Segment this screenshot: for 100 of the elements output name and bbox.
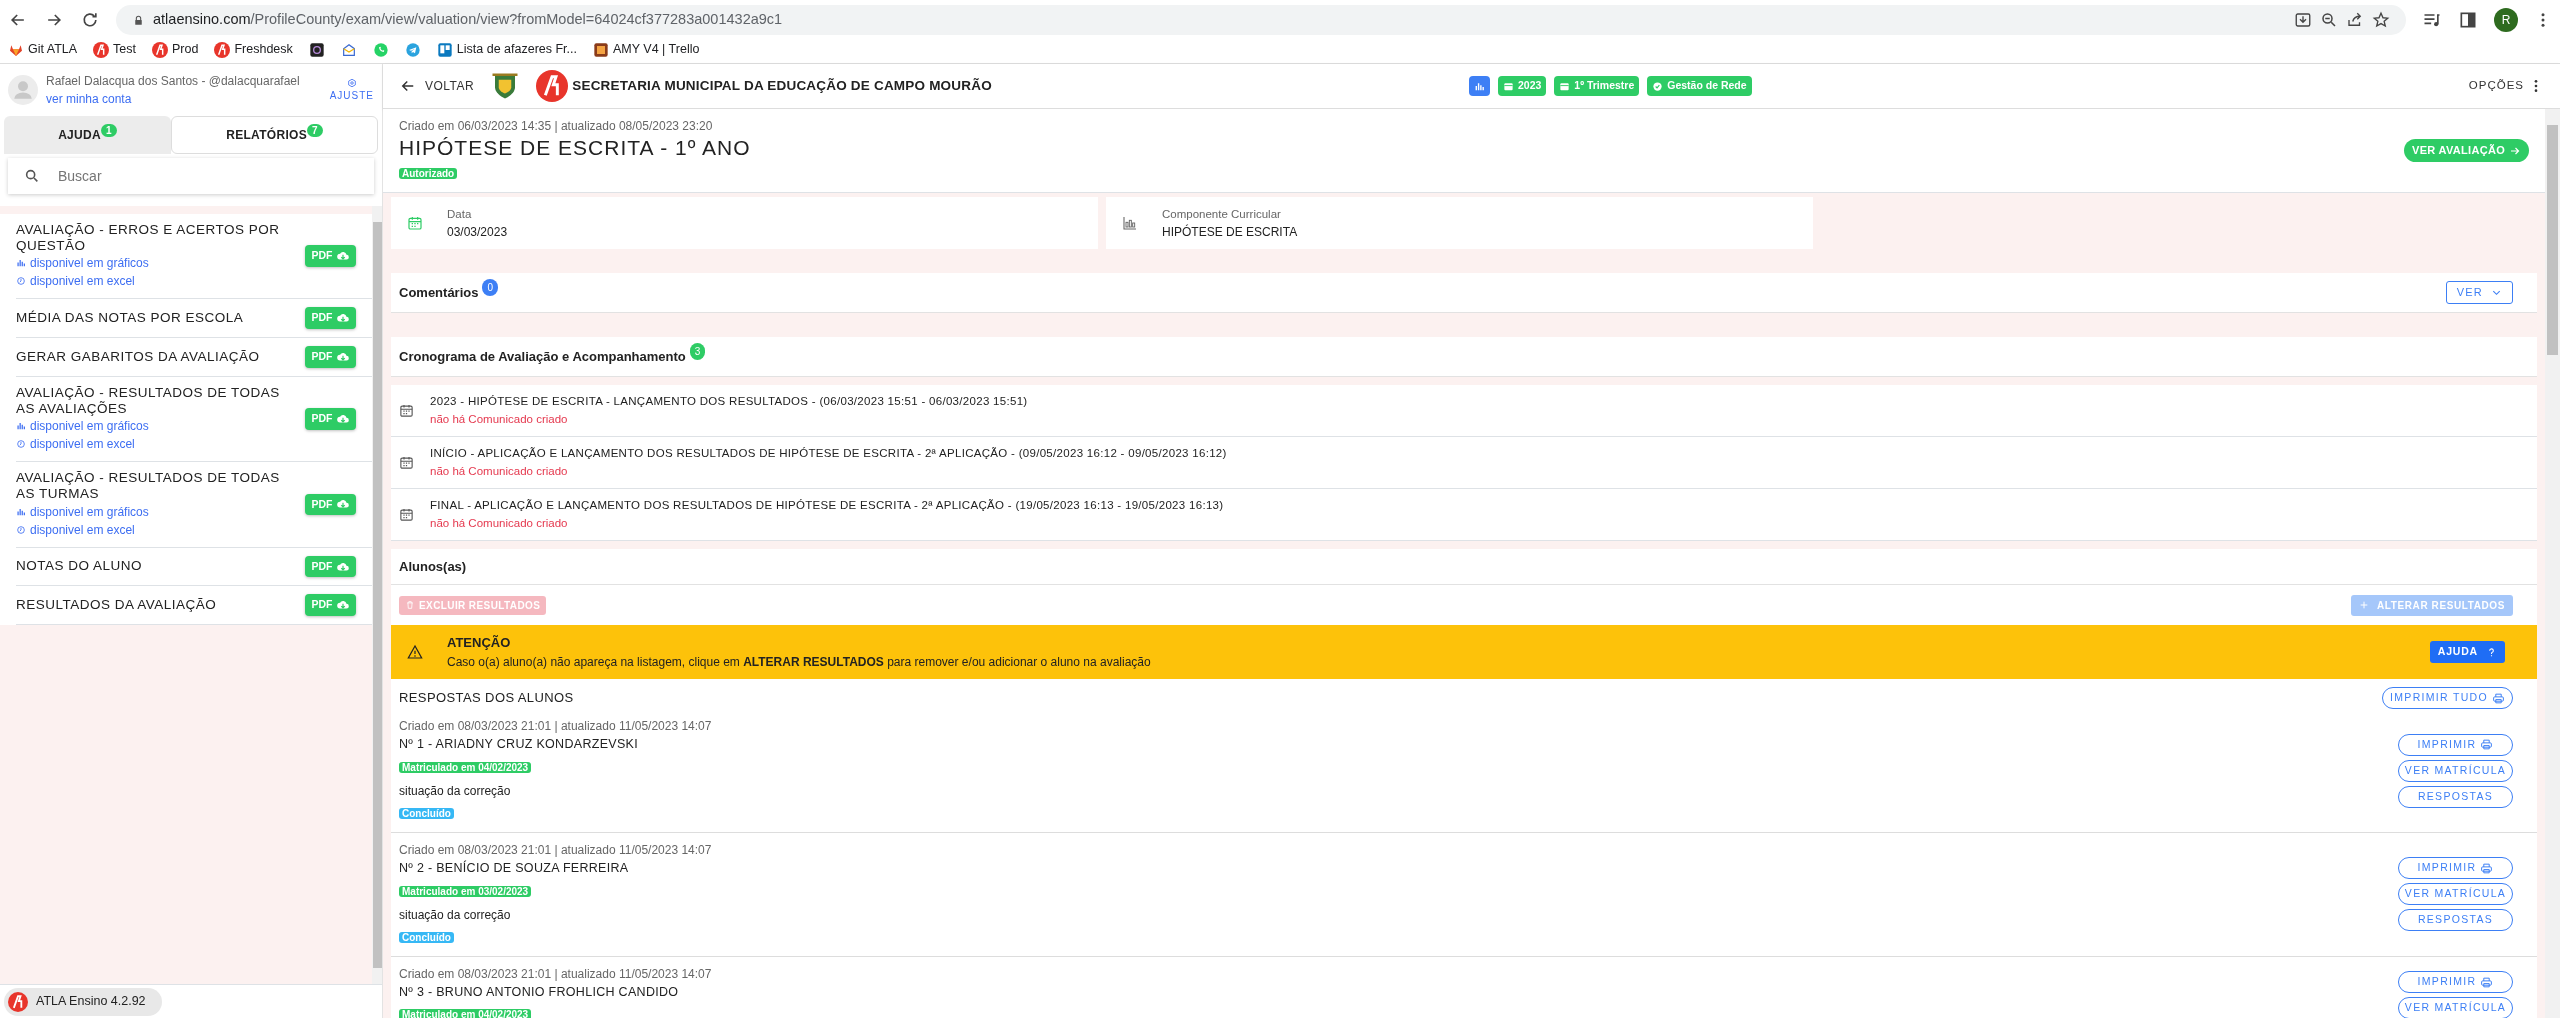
field-value: HIPÓTESE DE ESCRITA (1162, 223, 1298, 241)
pdf-button[interactable]: PDF (305, 346, 357, 368)
outline-button[interactable]: VER MATRÍCULA (2398, 759, 2513, 782)
question-icon (2486, 646, 2497, 658)
pdf-button[interactable]: PDF (305, 245, 357, 268)
report-link[interactable]: disponivel em excel (16, 272, 298, 291)
report-title: AVALIAÇÃO - ERROS E ACERTOS POR QUESTÃO (16, 222, 281, 255)
paper-plane-icon[interactable] (404, 41, 421, 58)
star-icon[interactable] (2372, 11, 2390, 29)
bookmark[interactable]: Git ATLA (8, 40, 78, 59)
bookmark[interactable]: Test (93, 40, 137, 59)
bar-chart-icon (1122, 215, 1138, 232)
bar-chart-icon (16, 258, 26, 269)
clock-icon (16, 276, 26, 287)
view-button[interactable]: VER (2445, 281, 2513, 304)
status-label: situação da correção (399, 782, 512, 800)
print-button[interactable]: IMPRIMIR (2398, 857, 2513, 880)
enrollment-badge: Matriculado em 04/02/2023 (399, 761, 532, 773)
info-tag[interactable]: Gestão de Rede (1647, 76, 1752, 96)
calendar-icon (399, 403, 414, 419)
field-label: Data (447, 206, 473, 222)
avatar-placeholder (8, 75, 38, 105)
organization-name: SECRETARIA MUNICIPAL DA EDUCAÇÃO DE CAMPO MOURÃO (572, 76, 992, 95)
info-tag[interactable]: 2023 (1498, 76, 1547, 96)
options-button[interactable]: OPÇÕES (2468, 77, 2544, 95)
bar-chart-icon (16, 421, 26, 432)
report-link[interactable]: disponivel em gráficos (16, 502, 298, 521)
evaluation-title: HIPÓTESE DE ESCRITA - 1º ANO (399, 135, 752, 161)
pdf-button[interactable]: PDF (305, 594, 357, 617)
settings-button[interactable]: AJUSTE (329, 77, 374, 103)
info-tag[interactable]: 1º Trimestre (1554, 76, 1640, 96)
outline-button[interactable]: VER MATRÍCULA (2398, 997, 2513, 1018)
spiral-logo-icon[interactable] (308, 41, 325, 58)
user-name: Rafael Dalacqua dos Santos - @dalacquarafael (46, 73, 301, 90)
status-badge: Autorizado (399, 168, 458, 180)
logo-icon (152, 41, 169, 58)
clock-icon (16, 524, 26, 535)
install-icon[interactable] (2294, 11, 2312, 29)
print-button[interactable]: IMPRIMIR (2398, 971, 2513, 994)
pdf-button[interactable]: PDF (305, 493, 357, 516)
schedule-title: 2023 - HIPÓTESE DE ESCRITA - LANÇAMENTO DOS RESULTADOS - (06/03/2023 15:51 - 06/03/2023 15:51) (430, 394, 1028, 410)
report-link[interactable]: disponivel em gráficos (16, 417, 298, 436)
section-title: Cronograma de Avaliação e Acompanhamento (399, 347, 686, 366)
pdf-button[interactable]: PDF (305, 555, 357, 578)
enrollment-badge: Matriculado em 04/02/2023 (399, 1009, 532, 1018)
outline-button[interactable]: RESPOSTAS (2398, 909, 2513, 932)
timestamp-text: Criado em 08/03/2023 21:01 | atualizado 11/05/2023 14:07 (399, 965, 713, 983)
view-evaluation-button[interactable]: VER AVALIAÇÃO (2404, 139, 2529, 162)
outline-button[interactable]: RESPOSTAS (2398, 785, 2513, 808)
pdf-button[interactable]: PDF (305, 307, 357, 330)
tab[interactable]: AJUDA $^{1}$ (4, 116, 172, 154)
count-badge: 0 (482, 279, 499, 297)
warning-icon (407, 644, 423, 661)
check-circle-icon (1652, 80, 1664, 92)
mail-icon[interactable] (340, 41, 357, 58)
bookmark[interactable]: AMY V4 | Trello (593, 40, 700, 59)
report-link[interactable]: disponivel em gráficos (16, 254, 298, 273)
logo-icon (214, 41, 231, 58)
back-button[interactable]: VOLTAR (399, 77, 475, 96)
bookmark[interactable]: Prod (152, 40, 199, 59)
outline-button[interactable]: VER MATRÍCULA (2398, 883, 2513, 906)
bookmark[interactable]: Freshdesk (214, 40, 293, 59)
enrollment-badge: Matriculado em 03/02/2023 (399, 885, 532, 897)
alert-text: Caso o(a) aluno(a) não apareça na listagem, clique em ALTERAR RESULTADOS para remover e/ou adicionar o aluno na avaliação (447, 653, 1152, 671)
reload-icon[interactable] (80, 10, 100, 30)
scrollbar[interactable] (372, 206, 382, 984)
report-title: MÉDIA DAS NOTAS POR ESCOLA (16, 310, 245, 327)
plus-icon (2358, 600, 2369, 611)
side-panel-icon[interactable] (2458, 10, 2478, 30)
pdf-button[interactable]: PDF (305, 408, 357, 430)
field-value: 03/03/2023 (447, 223, 508, 241)
zoom-out-icon[interactable] (2320, 11, 2338, 29)
calendar-icon (1503, 80, 1514, 92)
bar-chart-icon (1474, 80, 1485, 92)
print-all-button[interactable]: IMPRIMIR TUDO (2382, 687, 2513, 710)
logo-icon (8, 991, 28, 1012)
student-name: Nº 1 - ARIADNY CRUZ KONDARZEVSKI (399, 736, 639, 754)
lock-icon (132, 13, 145, 27)
share-icon[interactable] (2346, 11, 2364, 29)
chart-tag[interactable] (1469, 76, 1490, 96)
section-title: Alunos(as) (399, 557, 467, 576)
bookmark[interactable]: Lista de afazeres Fr... (436, 40, 577, 59)
report-link[interactable]: disponivel em excel (16, 520, 298, 539)
count-badge: 7 (306, 124, 323, 137)
scrollbar[interactable] (2545, 109, 2560, 1018)
notice-text: não há Comunicado criado (430, 463, 569, 479)
printer-icon (2480, 738, 2494, 752)
help-button[interactable]: AJUDA (2429, 641, 2505, 664)
section-title: Comentários (399, 283, 479, 302)
schedule-title: FINAL - APLICAÇÃO E LANÇAMENTO DOS RESULTADOS DE HIPÓTESE DE ESCRITA - 2ª APLICAÇÃO - (19/05/2023 16:13 - 19/05/2023 16:13) (430, 498, 1224, 514)
logo-icon (536, 70, 569, 103)
bar-chart-icon (16, 506, 26, 517)
profile-avatar[interactable]: R (2494, 8, 2518, 32)
calendar-icon (399, 455, 414, 471)
report-link[interactable]: disponivel em excel (16, 435, 298, 454)
account-link[interactable]: ver minha conta (46, 90, 322, 108)
tab[interactable]: RELATÓRIOS $^{7}$ (171, 116, 378, 154)
print-button[interactable]: IMPRIMIR (2398, 733, 2513, 756)
version-chip[interactable]: ATLA Ensino 4.2.92 (4, 987, 162, 1016)
calendar-icon (407, 215, 423, 232)
